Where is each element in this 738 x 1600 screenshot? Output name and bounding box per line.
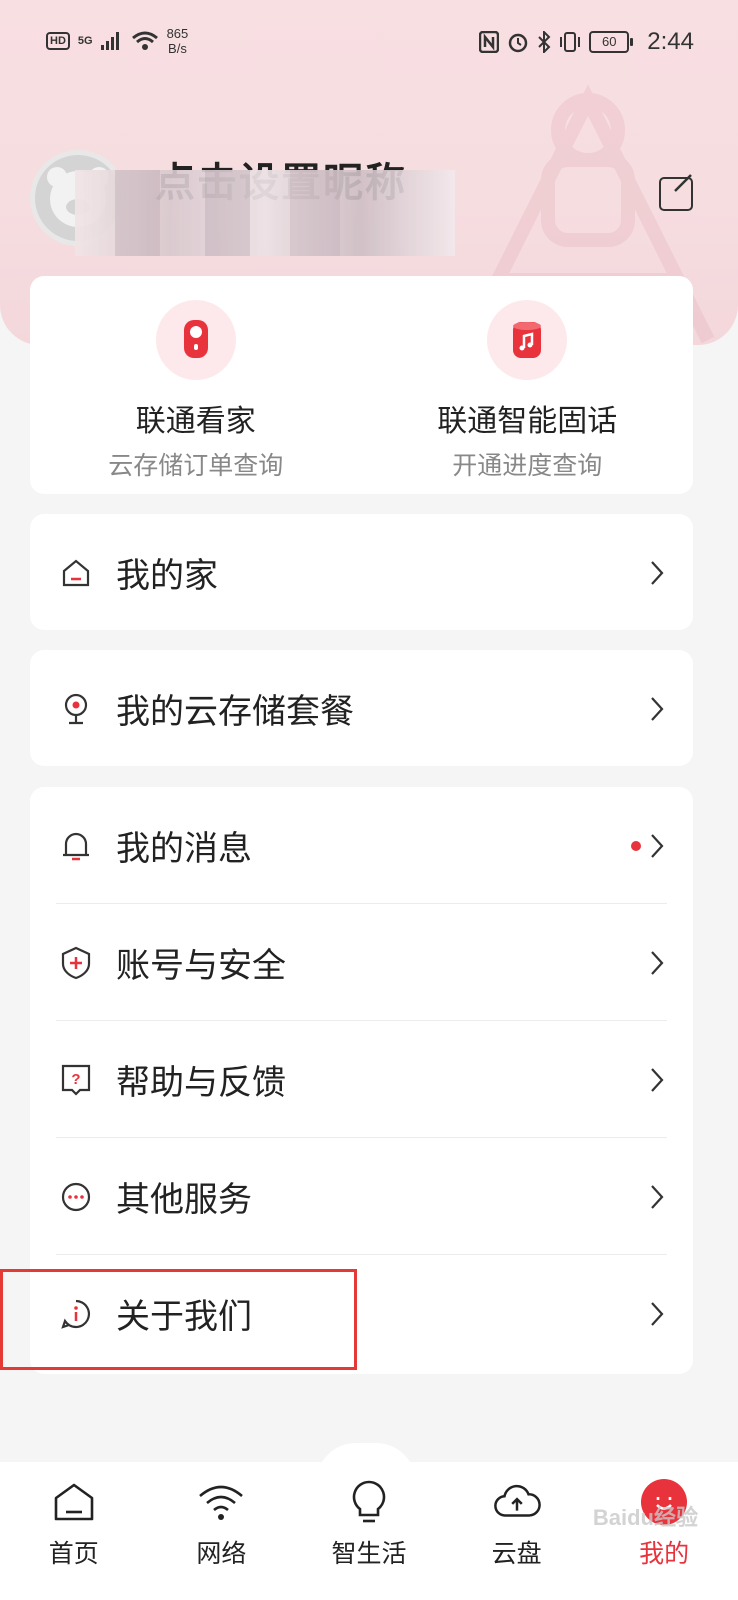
tab-label: 我的	[639, 1539, 690, 1568]
menu-item-messages[interactable]: 我的消息	[30, 787, 693, 904]
chevron-right-icon	[651, 1067, 664, 1092]
phone-speaker-icon	[487, 300, 568, 380]
help-icon: ?	[58, 1062, 94, 1098]
home-icon	[50, 1478, 98, 1526]
tab-network[interactable]: 网络	[148, 1462, 296, 1600]
shield-icon	[58, 945, 94, 981]
menu-label: 帮助与反馈	[116, 1063, 286, 1103]
alarm-icon	[509, 33, 528, 53]
battery-indicator: 60	[589, 31, 634, 53]
watermark-logo: Baidu经验	[592, 1505, 698, 1530]
tab-home[interactable]: 首页	[0, 1462, 148, 1600]
wifi-icon	[197, 1478, 245, 1526]
unread-dot	[631, 840, 641, 851]
chevron-right-icon	[651, 833, 664, 858]
highlight-box	[0, 1269, 357, 1370]
more-circle-icon	[58, 1179, 94, 1215]
tab-cloud-drive[interactable]: 云盘	[443, 1462, 591, 1600]
service-title: 联通智能固话	[437, 404, 618, 439]
menu-label: 我的消息	[116, 829, 252, 869]
chevron-right-icon	[651, 560, 664, 585]
svg-text:?: ?	[71, 1071, 80, 1088]
vibrate-icon	[560, 32, 581, 52]
wifi-status-icon	[131, 31, 158, 50]
clock: 2:44	[647, 28, 694, 55]
service-subtitle: 云存储订单查询	[108, 451, 284, 480]
tab-label: 网络	[196, 1539, 247, 1568]
cloud-upload-icon	[493, 1478, 541, 1526]
menu-item-help-feedback[interactable]: ? 帮助与反馈	[30, 1021, 693, 1138]
menu-label: 其他服务	[116, 1180, 252, 1220]
my-home-card: 我的家	[30, 514, 693, 630]
edit-icon	[674, 174, 692, 192]
service-home-camera[interactable]: 联通看家 云存储订单查询	[30, 276, 362, 494]
blurred-account-info	[75, 170, 455, 256]
bulb-icon	[345, 1478, 393, 1526]
bell-icon	[58, 828, 94, 864]
menu-label: 账号与安全	[116, 946, 286, 986]
chevron-right-icon	[651, 950, 664, 975]
network-speed: 865 B/s	[166, 26, 189, 56]
menu-item-other-services[interactable]: 其他服务	[30, 1138, 693, 1255]
chevron-right-icon	[651, 1301, 664, 1326]
service-subtitle: 开通进度查询	[452, 451, 603, 480]
service-title: 联通看家	[135, 404, 256, 439]
bluetooth-icon	[538, 31, 551, 53]
house-icon	[58, 555, 94, 591]
nfc-icon	[479, 31, 500, 53]
menu-item-cloud-plan[interactable]: 我的云存储套餐	[30, 650, 693, 767]
camera-icon	[155, 300, 236, 380]
menu-item-account-security[interactable]: 账号与安全	[30, 904, 693, 1021]
cloud-plan-card: 我的云存储套餐	[30, 650, 693, 766]
menu-label: 我的家	[116, 556, 218, 596]
chevron-right-icon	[651, 1184, 664, 1209]
tab-smart-life[interactable]: 智生活	[295, 1462, 443, 1600]
menu-item-my-home[interactable]: 我的家	[30, 514, 693, 631]
status-bar: HD 5G 865 B/s 60 2:44	[0, 0, 738, 84]
network-type: 5G	[77, 35, 93, 47]
chevron-right-icon	[651, 696, 664, 721]
services-card: 联通看家 云存储订单查询 联通智能固话 开通进度查询	[30, 276, 693, 494]
tab-label: 智生活	[331, 1539, 407, 1568]
tab-label: 首页	[48, 1539, 99, 1568]
menu-label: 我的云存储套餐	[116, 692, 354, 732]
webcam-icon	[58, 691, 94, 727]
service-smart-phone[interactable]: 联通智能固话 开通进度查询	[362, 276, 694, 494]
signal-icon	[100, 32, 119, 50]
hd-indicator: HD	[46, 32, 70, 50]
tab-label: 云盘	[491, 1539, 542, 1568]
edit-profile-button[interactable]	[659, 174, 693, 211]
